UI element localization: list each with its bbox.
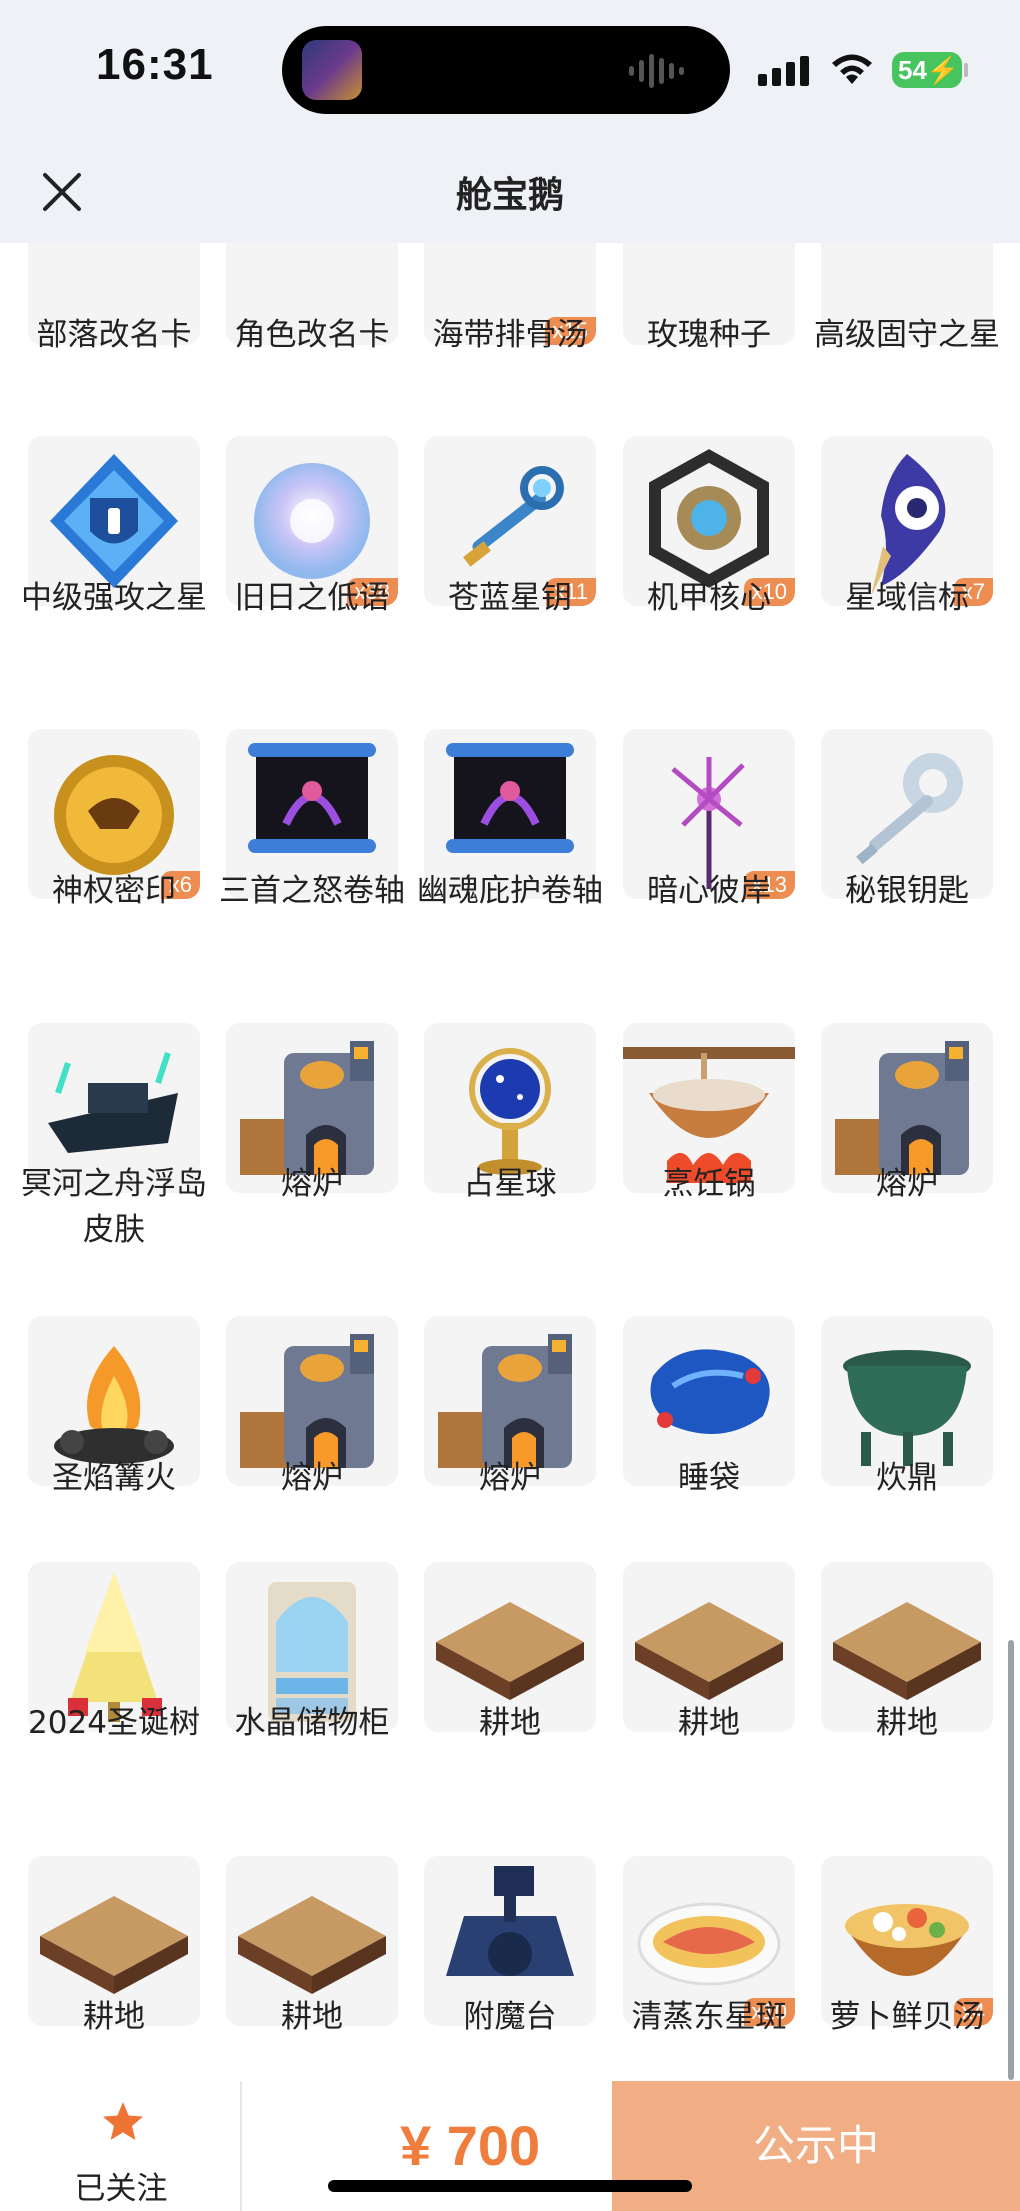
item-label: 高级固守之星 [814,317,1000,353]
home-indicator [328,2180,692,2192]
item-label: 耕地 [876,1705,938,1741]
item-grid: 部落改名卡 角色改名卡 x15 海带排骨汤 玫瑰种子 高级固守之星 中级强攻之星 x38 旧日之… [0,243,1020,2081]
item-label: 耕地 [479,1705,541,1741]
game-app-icon [302,40,362,100]
item-label: 睡袋 [678,1460,740,1496]
item-label: 玫瑰种子 [647,317,771,353]
item-label: 熔炉 [281,1166,343,1202]
item-label: 圣焰篝火 [52,1460,176,1496]
item-label: 暗心彼岸 [647,873,771,909]
charging-bolt-icon: ⚡ [926,55,960,85]
item-label: 苍蓝星钥 [448,580,572,616]
top-bar: 16:31 54⚡ 舱宝鹅 [0,0,1020,243]
item-label: 秘银钥匙 [845,873,969,909]
wifi-icon [832,54,872,84]
item-label: 星域信标 [845,580,969,616]
item-label: 水晶储物柜 [234,1705,390,1741]
item-label: 角色改名卡 [234,317,390,353]
item-label: 幽魂庇护卷轴 [417,873,603,909]
star-icon [103,2102,143,2140]
page-title: 舱宝鹅 [455,175,564,216]
item-label: 熔炉 [876,1166,938,1202]
app-page: 16:31 54⚡ 舱宝鹅 部落改名卡 角色改名卡 x15 海带排骨汤 玫瑰种子 高级固守… [0,0,1020,2211]
item-label: 中级强攻之星 [21,580,207,616]
item-label: 冥河之舟浮岛皮肤 [21,1166,207,1248]
follow-label: 已关注 [74,2171,168,2207]
item-label: 三首之怒卷轴 [219,873,405,909]
battery-cap [964,63,968,77]
item-label: 熔炉 [281,1460,343,1496]
price-value: ¥ 700 [400,2114,541,2177]
item-label: 烹饪锅 [662,1166,756,1202]
item-label: 耕地 [83,1999,145,2035]
audio-wave-icon [629,54,684,88]
dynamic-island [282,26,730,114]
item-label: 海带排骨汤 [432,317,588,353]
battery-level: 54 [898,55,927,85]
item-label: 机甲核心 [647,580,771,616]
follow-button[interactable]: 已关注 [0,2081,242,2211]
item-label: 旧日之低语 [234,580,390,616]
item-label: 清蒸东星斑 [631,1999,787,2035]
item-label: 耕地 [281,1999,343,2035]
battery-indicator: 54⚡ [892,52,962,88]
item-label: 占星球 [463,1166,557,1202]
item-label: 附魔台 [463,1999,557,2035]
item-label: 神权密印 [52,873,176,909]
item-label: 萝卜鲜贝汤 [829,1999,985,2035]
item-label: 部落改名卡 [36,317,192,353]
item-label: 炊鼎 [876,1460,938,1496]
cellular-signal-icon [758,56,809,86]
scrollbar[interactable] [1008,1640,1014,2080]
item-label: 耕地 [678,1705,740,1741]
status-time: 16:31 [96,40,214,89]
item-label: 熔炉 [479,1460,541,1496]
item-label: 2024圣诞树 [28,1705,200,1741]
